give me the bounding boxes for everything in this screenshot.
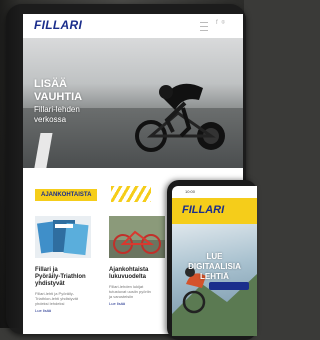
phone-screen: 10:00 FILLARI LUE DIGITAALISIA LEHTIÄ: [172, 186, 257, 336]
hero-title-line: LISÄÄ: [34, 78, 67, 90]
article-card[interactable]: Fillari ja Pyöräily-Triathlon yhdistyvät…: [35, 216, 91, 313]
site-header: FILLARI f ⌾: [23, 14, 243, 38]
site-logo[interactable]: FILLARI: [34, 18, 82, 32]
phone-cta-button[interactable]: [209, 282, 249, 290]
phone-hero-title: LUE DIGITAALISIA LEHTIÄ: [172, 252, 257, 282]
card-title-line: lukuvuodelta: [109, 274, 147, 280]
bicycle-thumbnail: [109, 216, 165, 258]
magazine-thumbnail: [35, 216, 91, 258]
social-icons[interactable]: f ⌾: [216, 20, 226, 27]
phone-hero-line: DIGITAALISIA: [188, 262, 241, 271]
card-title-line: Pyöräily-Triathlon: [35, 274, 86, 280]
phone-device: 10:00 FILLARI LUE DIGITAALISIA LEHTIÄ: [167, 180, 257, 340]
card-title-line: yhdistyvät: [35, 281, 65, 287]
article-card[interactable]: Ajankohtaista lukuvuodelta Fillari-lehde…: [109, 216, 165, 306]
card-text-line: yhdeksi lehdeksi: [35, 301, 65, 306]
read-more-link[interactable]: Lue lisää: [109, 301, 165, 306]
phone-logo[interactable]: FILLARI: [182, 204, 224, 216]
card-excerpt: Fillari-lehden lukijat tutustuvat uusiin…: [109, 284, 165, 299]
hero-title-line: VAUHTIA: [34, 91, 83, 103]
card-title: Ajankohtaista lukuvuodelta: [109, 267, 165, 281]
phone-hero-line: LUE: [206, 252, 223, 261]
menu-icon[interactable]: [200, 22, 208, 31]
hero-subtitle-line: verkossa: [34, 115, 67, 124]
phone-status-time: 10:00: [185, 189, 196, 194]
left-edge-shadow: [0, 0, 20, 328]
card-title-line: Fillari ja: [35, 267, 58, 273]
hero-subtitle: Fillari-lehden verkossa: [34, 105, 80, 125]
hero-subtitle-line: Fillari-lehden: [34, 105, 80, 114]
section-tag: AJANKOHTAISTA: [35, 189, 98, 201]
read-more-link[interactable]: Lue lisää: [35, 308, 91, 313]
card-title: Fillari ja Pyöräily-Triathlon yhdistyvät: [35, 267, 91, 288]
decorative-stripes: [111, 186, 151, 202]
cyclist-image: [135, 83, 225, 152]
hero-title: LISÄÄ VAUHTIA: [34, 78, 82, 104]
card-text-line: ja varusteisiin: [109, 294, 134, 299]
phone-hero-line: LEHTIÄ: [200, 272, 229, 281]
hero-banner[interactable]: LISÄÄ VAUHTIA Fillari-lehden verkossa: [23, 38, 243, 168]
card-title-line: Ajankohtaista: [109, 267, 149, 273]
card-excerpt: Fillari-lehti ja Pyöräily- Triathlon-leh…: [35, 291, 91, 306]
